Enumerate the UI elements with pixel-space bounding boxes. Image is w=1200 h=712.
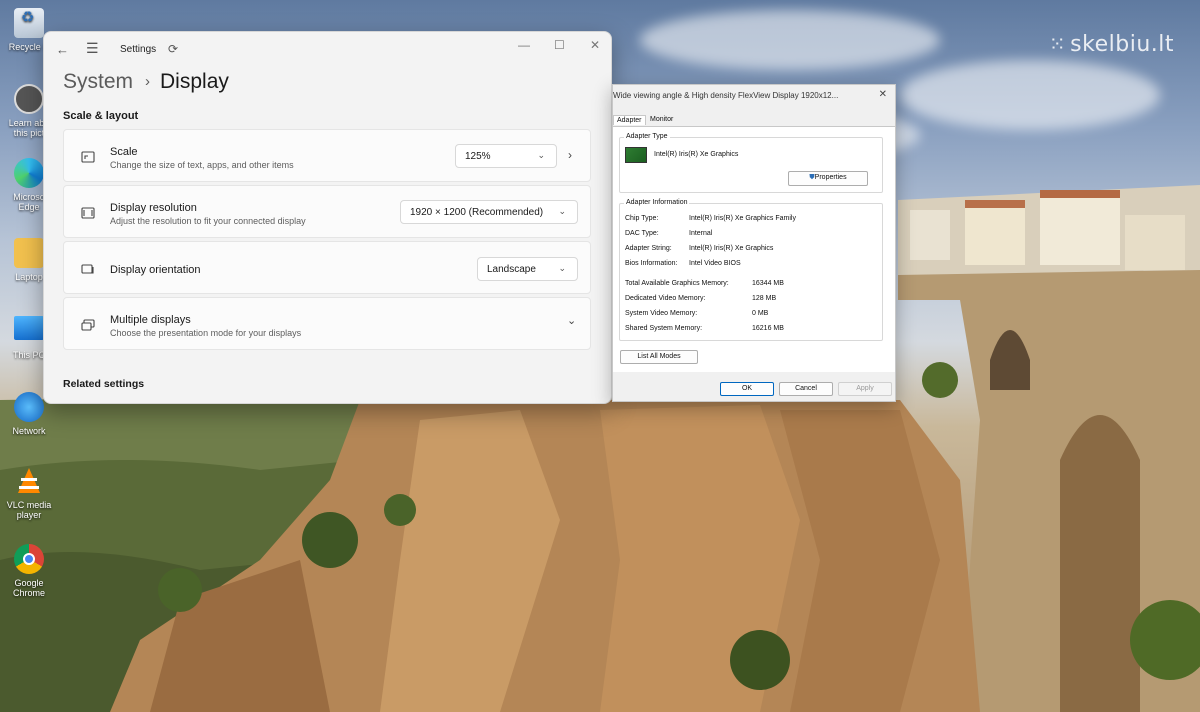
recycle-bin-icon: ♻ <box>14 8 44 38</box>
section-title-scale-layout: Scale & layout <box>63 110 139 122</box>
info-key: DAC Type: <box>625 230 659 237</box>
computer-icon <box>14 316 44 340</box>
setting-title: Scale <box>110 146 138 158</box>
page-title: Display <box>160 70 229 93</box>
watermark: ⁙ skelbiu.lt <box>1049 32 1174 57</box>
tab-adapter[interactable]: Adapter <box>613 115 646 125</box>
setting-title: Multiple displays <box>110 314 191 326</box>
setting-title: Display resolution <box>110 202 197 214</box>
breadcrumb-parent[interactable]: System <box>63 70 133 93</box>
network-icon <box>14 392 44 422</box>
orientation-icon <box>80 261 96 277</box>
dialog-title: Wide viewing angle & High density FlexVi… <box>613 91 839 100</box>
setting-display-resolution[interactable]: Display resolution Adjust the resolution… <box>63 185 591 238</box>
dropdown-value: 125% <box>465 151 491 162</box>
list-all-modes-button[interactable]: List All Modes <box>620 350 698 364</box>
app-title: Settings <box>120 44 157 55</box>
chevron-down-icon: ⌄ <box>537 150 545 160</box>
learn-about-picture-icon <box>14 84 44 114</box>
adapter-name: Intel(R) Iris(R) Xe Graphics <box>654 151 739 158</box>
adapter-tab-panel: Adapter Type Intel(R) Iris(R) Xe Graphic… <box>613 126 895 372</box>
memory-key: Total Available Graphics Memory: <box>625 280 729 287</box>
resolution-dropdown[interactable]: 1920 × 1200 (Recommended) ⌄ <box>400 200 578 224</box>
desktop-icon-vlc[interactable]: VLC media player <box>2 466 56 520</box>
chevron-down-icon: ⌄ <box>558 206 566 216</box>
folder-icon <box>14 238 44 268</box>
info-value: Internal <box>689 230 713 237</box>
info-value: Intel Video BIOS <box>689 260 741 267</box>
info-key: Chip Type: <box>625 215 659 222</box>
desktop-icon-label: Microso Edge <box>13 192 45 212</box>
memory-key: System Video Memory: <box>625 310 698 317</box>
setting-description: Adjust the resolution to fit your connec… <box>110 216 306 226</box>
watermark-text: skelbiu.lt <box>1070 32 1174 57</box>
back-arrow-icon[interactable]: ← <box>56 42 69 57</box>
breadcrumb-separator: › <box>145 73 151 90</box>
dropdown-value: 1920 × 1200 (Recommended) <box>410 207 544 218</box>
edge-icon <box>14 158 44 188</box>
cancel-button[interactable]: Cancel <box>779 382 833 396</box>
info-value: Intel(R) Iris(R) Xe Graphics Family <box>689 215 796 222</box>
desktop-icon-label: Google Chrome <box>12 578 45 598</box>
desktop-icon-label: This PC <box>12 350 45 360</box>
memory-value: 16344 MB <box>752 280 784 287</box>
graphics-card-icon <box>625 147 647 163</box>
info-value: Intel(R) Iris(R) Xe Graphics <box>689 245 774 252</box>
adapter-properties-dialog: Wide viewing angle & High density FlexVi… <box>612 84 896 402</box>
setting-description: Choose the presentation mode for your di… <box>110 328 302 338</box>
adapter-type-group: Adapter Type Intel(R) Iris(R) Xe Graphic… <box>619 133 883 193</box>
memory-key: Dedicated Video Memory: <box>625 295 706 302</box>
setting-description: Change the size of text, apps, and other… <box>110 160 294 170</box>
desktop-icon-label: Network <box>12 426 46 436</box>
button-label: Properties <box>814 174 847 181</box>
refresh-search-icon[interactable]: ⟳ <box>168 42 178 56</box>
desktop-icon-label: VLC media player <box>6 500 52 520</box>
tab-monitor[interactable]: Monitor <box>647 115 676 124</box>
dropdown-value: Landscape <box>487 264 536 275</box>
apply-button[interactable]: Apply <box>838 382 892 396</box>
close-button[interactable]: ✕ <box>590 38 600 52</box>
settings-window: ← ☰ Settings ⟳ — ☐ ✕ System › Display Scal… <box>43 31 612 404</box>
scale-dropdown[interactable]: 125% ⌄ <box>455 144 557 168</box>
title-bar: ← ☰ Settings ⟳ — ☐ ✕ <box>44 32 611 68</box>
group-label: Adapter Information <box>624 199 690 206</box>
memory-value: 0 MB <box>752 310 769 317</box>
memory-value: 128 MB <box>752 295 777 302</box>
scale-icon <box>80 149 96 165</box>
multiple-displays-icon <box>80 317 96 333</box>
setting-scale[interactable]: Scale Change the size of text, apps, and… <box>63 129 591 182</box>
minimize-button[interactable]: — <box>518 38 530 52</box>
orientation-dropdown[interactable]: Landscape ⌄ <box>477 257 578 281</box>
info-key: Bios Information: <box>625 260 678 267</box>
info-key: Adapter String: <box>625 245 672 252</box>
group-label: Adapter Type <box>624 133 670 140</box>
chrome-icon <box>14 544 44 574</box>
setting-title: Display orientation <box>110 264 201 276</box>
menu-icon[interactable]: ☰ <box>86 40 99 57</box>
ok-button[interactable]: OK <box>720 382 774 396</box>
setting-multiple-displays[interactable]: Multiple displays Choose the presentatio… <box>63 297 591 350</box>
watermark-logo-icon: ⁙ <box>1048 32 1067 56</box>
chevron-down-icon: ⌄ <box>558 263 566 273</box>
maximize-button[interactable]: ☐ <box>554 38 565 52</box>
properties-button[interactable]: ⛊Properties <box>788 171 868 186</box>
vlc-icon <box>14 466 44 496</box>
resolution-icon <box>80 205 96 221</box>
desktop-icon-label: Laptop <box>15 272 43 282</box>
dialog-close-button[interactable]: ✕ <box>879 89 887 100</box>
chevron-down-icon[interactable]: ⌄ <box>567 314 576 327</box>
setting-display-orientation[interactable]: Display orientation Landscape ⌄ <box>63 241 591 294</box>
breadcrumb: System › Display <box>63 70 229 94</box>
desktop-icon-chrome[interactable]: Google Chrome <box>2 544 56 598</box>
memory-key: Shared System Memory: <box>625 325 703 332</box>
memory-value: 16216 MB <box>752 325 784 332</box>
adapter-information-group: Adapter Information Chip Type: Intel(R) I… <box>619 199 883 341</box>
section-title-related-settings: Related settings <box>63 378 145 390</box>
chevron-right-icon[interactable]: › <box>568 148 572 162</box>
